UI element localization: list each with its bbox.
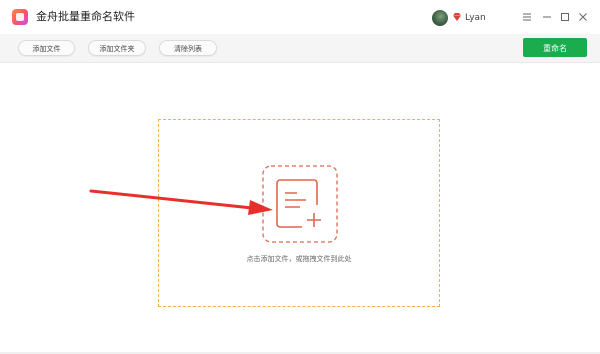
rename-button[interactable]: 重命名 bbox=[523, 38, 587, 57]
app-title: 金舟批量重命名软件 bbox=[36, 10, 135, 23]
menu-icon[interactable] bbox=[520, 10, 534, 24]
title-bar: 金舟批量重命名软件 Lyan bbox=[0, 0, 600, 34]
toolbar: 添加文件 添加文件夹 清除列表 重命名 bbox=[0, 34, 600, 63]
app-logo-icon bbox=[12, 9, 28, 25]
add-folder-button[interactable]: 添加文件夹 bbox=[88, 40, 146, 56]
clear-list-button[interactable]: 清除列表 bbox=[159, 40, 217, 56]
vip-diamond-icon bbox=[453, 13, 461, 21]
username[interactable]: Lyan bbox=[465, 12, 486, 24]
add-files-button[interactable]: 添加文件 bbox=[18, 40, 75, 56]
minimize-icon[interactable] bbox=[540, 10, 554, 24]
drop-hint-text: 点击添加文件，或拖拽文件到此处 bbox=[246, 255, 352, 263]
maximize-icon[interactable] bbox=[558, 10, 572, 24]
user-avatar[interactable] bbox=[432, 10, 448, 26]
close-icon[interactable] bbox=[576, 10, 590, 24]
add-file-icon[interactable] bbox=[262, 165, 338, 243]
